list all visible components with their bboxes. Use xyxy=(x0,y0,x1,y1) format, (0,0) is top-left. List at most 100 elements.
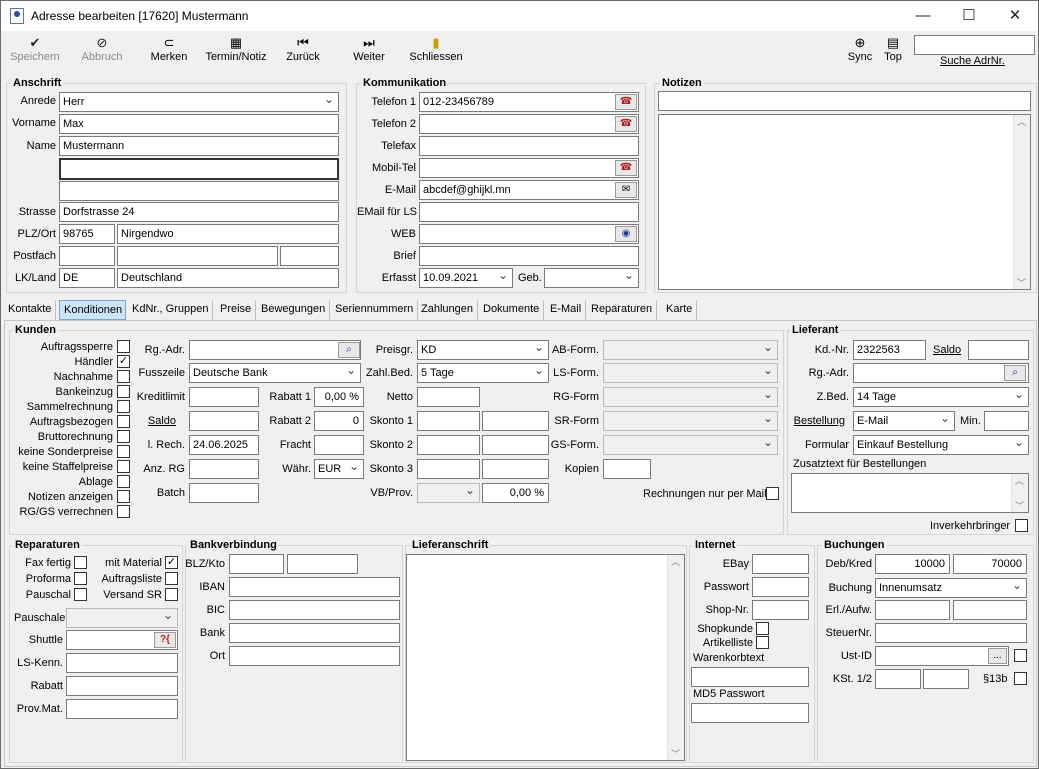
telefon2-input[interactable] xyxy=(419,114,639,134)
bic-input[interactable] xyxy=(229,600,400,620)
cancel-button[interactable]: ⊘ Abbruch xyxy=(77,34,127,63)
tab-bewegungen[interactable]: Bewegungen xyxy=(257,300,331,320)
blz-input[interactable] xyxy=(229,554,284,574)
appointment-button[interactable]: ▦ Termin/Notiz xyxy=(203,34,269,63)
postfach-plz-input[interactable] xyxy=(117,246,278,266)
artikelliste-checkbox[interactable] xyxy=(756,636,769,649)
skonto2-pct-input[interactable] xyxy=(482,435,549,455)
saldo-label[interactable]: Saldo xyxy=(129,415,176,427)
sync-button[interactable]: ⊕ Sync xyxy=(843,34,877,63)
rep-rabatt-input[interactable] xyxy=(66,676,178,696)
ebay-input[interactable] xyxy=(752,554,809,574)
lskenn-input[interactable] xyxy=(66,653,178,673)
rabatt2-input[interactable]: 0 xyxy=(314,411,364,431)
proforma-checkbox[interactable] xyxy=(74,572,87,585)
inverkehr-checkbox[interactable] xyxy=(1015,519,1028,532)
kred-input[interactable]: 70000 xyxy=(953,554,1027,574)
md5-input[interactable] xyxy=(691,703,809,723)
tab-dokumente[interactable]: Dokumente xyxy=(479,300,545,320)
ustid-checkbox[interactable] xyxy=(1014,649,1027,662)
netto-input[interactable] xyxy=(417,387,480,407)
minimize-button[interactable]: — xyxy=(900,1,946,31)
fracht-input[interactable] xyxy=(314,435,364,455)
shopkunde-checkbox[interactable] xyxy=(756,622,769,635)
mobil-input[interactable] xyxy=(419,158,639,178)
lsform-select[interactable] xyxy=(603,363,778,383)
zusatz-scrollbar[interactable] xyxy=(1011,474,1028,512)
lieferant-rgadr-input[interactable] xyxy=(853,363,1029,383)
save-button[interactable]: ✔ Speichern xyxy=(9,34,61,63)
lk-input[interactable]: DE xyxy=(59,268,115,288)
skonto1-pct-input[interactable] xyxy=(482,411,549,431)
skonto3-pct-input[interactable] xyxy=(482,459,549,479)
ustid-browse-button[interactable]: ... xyxy=(988,648,1007,664)
close-button[interactable]: ✕ xyxy=(992,1,1038,31)
kst1-input[interactable] xyxy=(875,669,921,689)
preisgr-select[interactable]: KD xyxy=(417,340,549,360)
rgmail-checkbox[interactable] xyxy=(766,487,779,500)
srform-select[interactable] xyxy=(603,411,778,431)
s13b-checkbox[interactable] xyxy=(1014,672,1027,685)
mitmaterial-checkbox[interactable]: ✓ xyxy=(165,556,178,569)
kunden-flag-checkbox[interactable] xyxy=(117,505,130,518)
gsform-select[interactable] xyxy=(603,435,778,455)
zahlbed-select[interactable]: 5 Tage xyxy=(417,363,549,383)
fusszeile-select[interactable]: Deutsche Bank xyxy=(189,363,361,383)
rgadr-input[interactable] xyxy=(189,340,361,360)
name2-input[interactable] xyxy=(59,158,339,180)
maximize-button[interactable]: ☐ xyxy=(946,1,992,31)
tab-seriennummern[interactable]: Seriennummern xyxy=(331,300,419,320)
vbprov-input[interactable]: 0,00 % xyxy=(482,483,549,503)
kst2-input[interactable] xyxy=(923,669,969,689)
warenkorb-input[interactable] xyxy=(691,667,809,687)
notizen-textarea[interactable] xyxy=(658,114,1031,290)
help-icon[interactable]: ?{ xyxy=(154,632,176,648)
bookmark-button[interactable]: ⊂ Merken xyxy=(147,34,191,63)
search-adrnr-input[interactable] xyxy=(914,35,1035,55)
kopien-input[interactable] xyxy=(603,459,651,479)
anzrg-input[interactable] xyxy=(189,459,259,479)
saldo-input[interactable] xyxy=(189,411,259,431)
tab-preise[interactable]: Preise xyxy=(216,300,257,320)
postfach-ort-input[interactable] xyxy=(280,246,339,266)
top-button[interactable]: ▤ Top xyxy=(878,34,908,63)
emaills-input[interactable] xyxy=(419,202,639,222)
kdnr-input[interactable]: 2322563 xyxy=(853,340,926,360)
buchung-select[interactable]: Innenumsatz xyxy=(875,578,1027,598)
versandsr-checkbox[interactable] xyxy=(165,588,178,601)
passwort-input[interactable] xyxy=(752,577,809,597)
tab-konditionen[interactable]: Konditionen xyxy=(59,300,126,320)
bestellung-select[interactable]: E-Mail xyxy=(853,411,955,431)
lieferant-saldo-input[interactable] xyxy=(968,340,1029,360)
pauschale-select[interactable] xyxy=(66,608,178,628)
geb-date[interactable] xyxy=(544,268,639,288)
tab-karte[interactable]: Karte xyxy=(662,300,698,320)
erfasst-date[interactable]: 10.09.2021 xyxy=(419,268,513,288)
bestellung-label[interactable]: Bestellung xyxy=(791,415,845,427)
ort-input[interactable]: Nirgendwo xyxy=(117,224,339,244)
phone-icon[interactable]: ☎ xyxy=(615,94,637,110)
aufw-input[interactable] xyxy=(953,600,1027,620)
close-dialog-button[interactable]: ▮ Schliessen xyxy=(409,34,463,63)
email-input[interactable]: abcdef@ghijkl.mn xyxy=(419,180,639,200)
back-button[interactable]: ⏮ Zurück xyxy=(281,34,325,63)
anrede-select[interactable]: Herr xyxy=(59,92,339,112)
globe-icon[interactable]: ◉ xyxy=(615,226,637,242)
auftragsliste-checkbox[interactable] xyxy=(165,572,178,585)
land-input[interactable]: Deutschland xyxy=(117,268,339,288)
batch-input[interactable] xyxy=(189,483,259,503)
postfach-input[interactable] xyxy=(59,246,115,266)
phone-icon[interactable]: ☎ xyxy=(615,116,637,132)
rabatt1-input[interactable]: 0,00 % xyxy=(314,387,364,407)
lrech-input[interactable]: 24.06.2025 xyxy=(189,435,259,455)
erl-input[interactable] xyxy=(875,600,950,620)
telefax-input[interactable] xyxy=(419,136,639,156)
vorname-input[interactable]: Max xyxy=(59,114,339,134)
zbed-select[interactable]: 14 Tage xyxy=(853,387,1029,407)
tab-kontakte[interactable]: Kontakte xyxy=(4,300,57,320)
next-button[interactable]: ⏭ Weiter xyxy=(348,34,390,63)
strasse-input[interactable]: Dorfstrasse 24 xyxy=(59,202,339,222)
notizen-scrollbar[interactable] xyxy=(1013,115,1030,289)
kto-input[interactable] xyxy=(287,554,358,574)
vbprov-select[interactable] xyxy=(417,483,480,503)
